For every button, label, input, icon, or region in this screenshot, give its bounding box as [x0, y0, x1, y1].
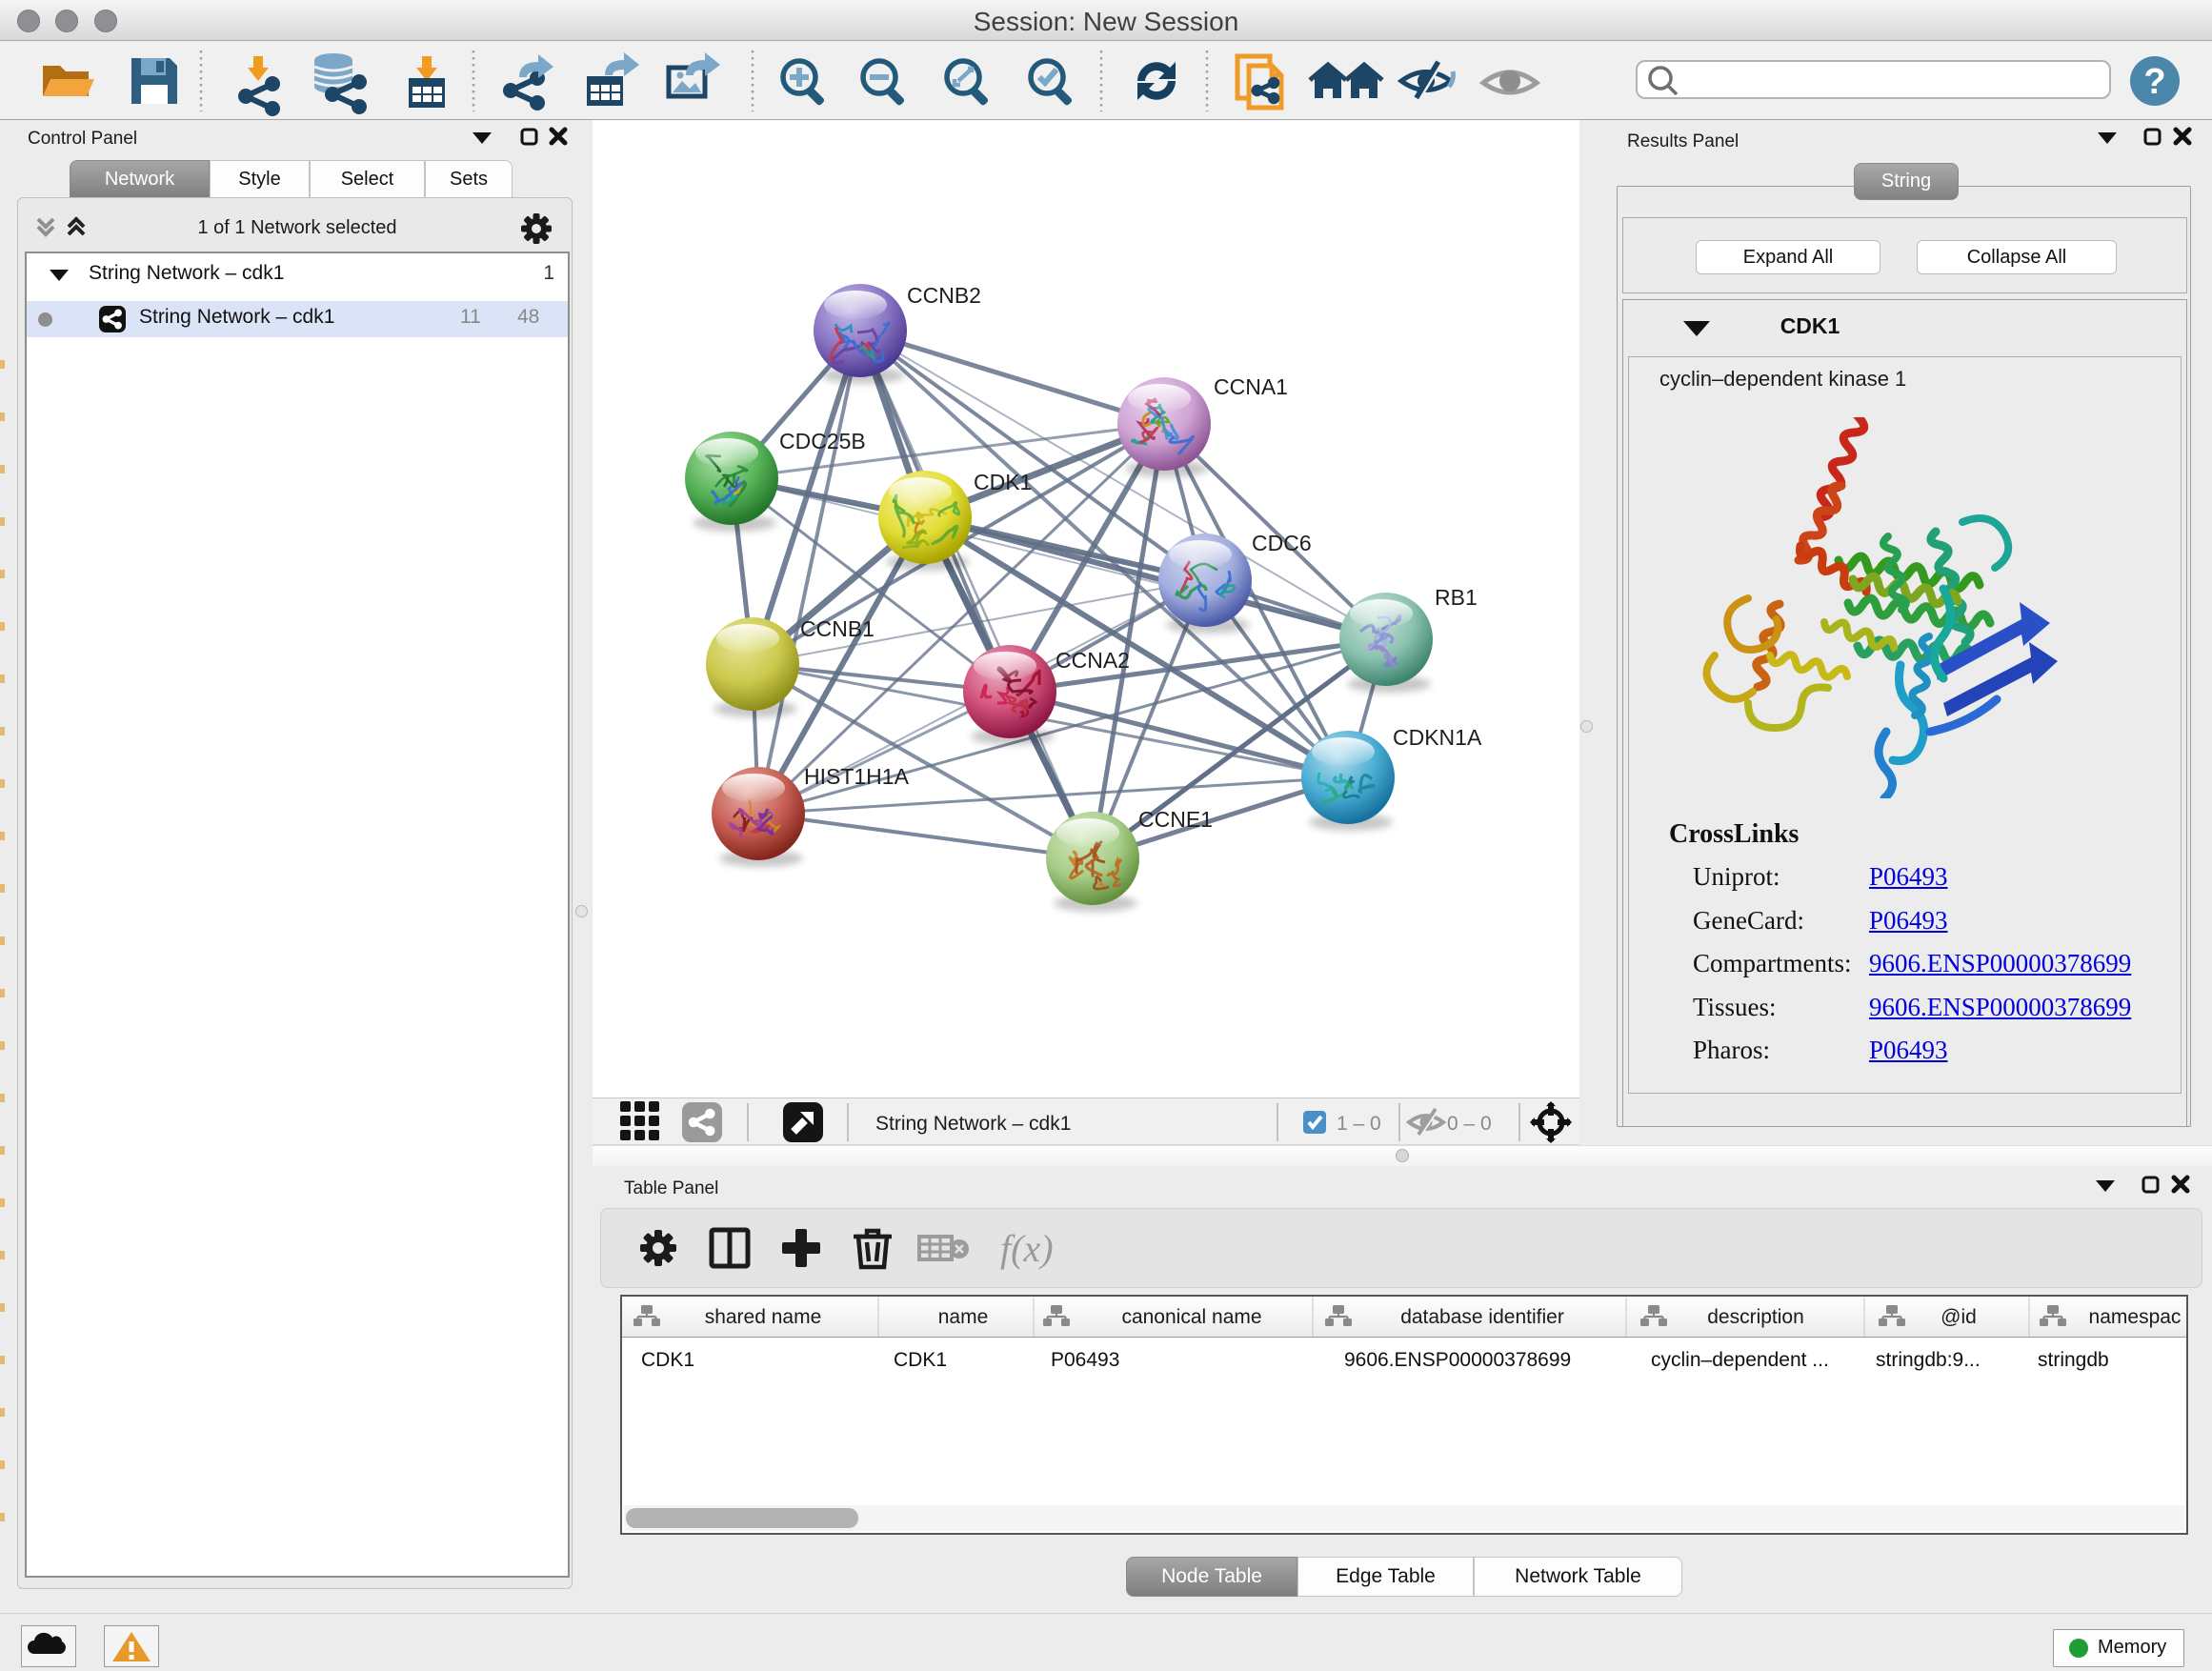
svg-text:CCNA1: CCNA1	[1214, 374, 1288, 399]
svg-text:RB1: RB1	[1435, 585, 1478, 610]
svg-text:HIST1H1A: HIST1H1A	[804, 764, 910, 789]
svg-text:description: description	[1707, 1306, 1804, 1328]
svg-text:0 – 0: 0 – 0	[1447, 1113, 1492, 1135]
svg-text:CDK1: CDK1	[974, 470, 1032, 494]
svg-text:CCNB1: CCNB1	[800, 616, 875, 641]
svg-text:database identifier: database identifier	[1400, 1306, 1564, 1328]
svg-text:CDKN1A: CDKN1A	[1393, 725, 1482, 750]
svg-text:stringdb:9...: stringdb:9...	[1876, 1349, 1981, 1371]
svg-text:String Network – cdk1: String Network – cdk1	[875, 1113, 1071, 1135]
svg-text:name: name	[938, 1306, 989, 1328]
svg-text:1 – 0: 1 – 0	[1337, 1113, 1381, 1135]
svg-text:CCNE1: CCNE1	[1138, 807, 1213, 832]
svg-text:9606.ENSP00000378699: 9606.ENSP00000378699	[1344, 1349, 1571, 1371]
svg-text:P06493: P06493	[1051, 1349, 1119, 1371]
svg-text:f(x): f(x)	[1000, 1227, 1054, 1270]
svg-text:CDK1: CDK1	[641, 1349, 694, 1371]
svg-text:CDC25B: CDC25B	[779, 429, 866, 453]
svg-text:CCNB2: CCNB2	[907, 283, 981, 308]
svg-text:namespac: namespac	[2089, 1306, 2182, 1328]
svg-text:canonical name: canonical name	[1121, 1306, 1261, 1328]
svg-text:?: ?	[2143, 62, 2165, 102]
svg-text:stringdb: stringdb	[2038, 1349, 2109, 1371]
svg-text:CDK1: CDK1	[894, 1349, 947, 1371]
svg-text:CDC6: CDC6	[1252, 531, 1312, 555]
svg-text:@id: @id	[1941, 1306, 1977, 1328]
svg-text:cyclin–dependent ...: cyclin–dependent ...	[1651, 1349, 1829, 1371]
svg-text:CCNA2: CCNA2	[1056, 648, 1130, 673]
svg-text:shared name: shared name	[705, 1306, 822, 1328]
